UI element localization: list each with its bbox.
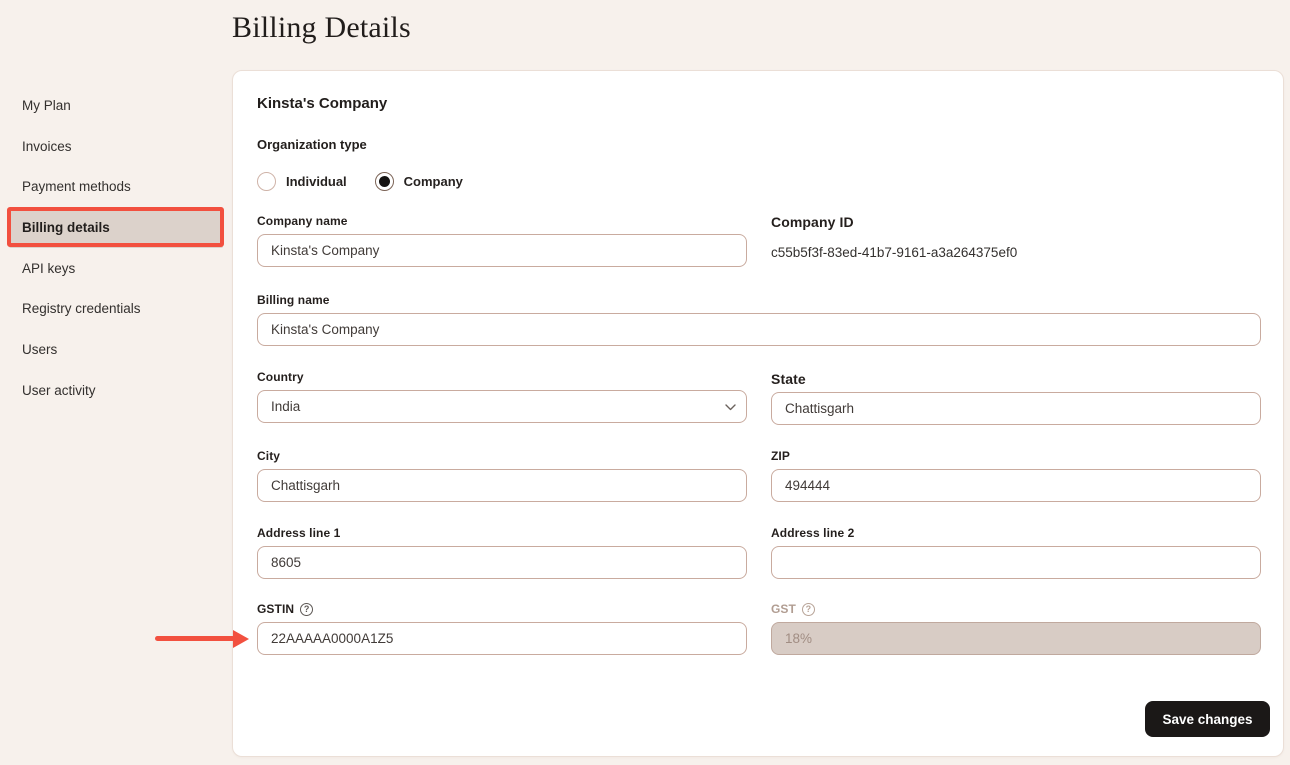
zip-label: ZIP [771,449,790,463]
organization-type-label: Organization type [257,137,367,152]
sidebar-item-api-keys[interactable]: API keys [9,248,223,289]
gstin-help-icon[interactable]: ? [300,603,313,616]
radio-company-label: Company [404,174,463,189]
address-line-1-input[interactable] [257,546,747,579]
address-line-2-label: Address line 2 [771,526,854,540]
address-line-2-input[interactable] [771,546,1261,579]
radio-individual[interactable]: Individual [257,170,347,192]
company-heading: Kinsta's Company [257,95,387,112]
annotation-arrow [155,636,235,641]
state-label: State [771,371,806,387]
company-name-input[interactable] [257,234,747,267]
gstin-label: GSTIN [257,602,294,616]
radio-company[interactable]: Company [375,170,463,192]
sidebar-item-payment-methods[interactable]: Payment methods [9,166,223,207]
address-line-1-label: Address line 1 [257,526,340,540]
gstin-label-row: GSTIN? [257,602,313,616]
gst-label: GST [771,602,796,616]
page-title: Billing Details [232,11,411,45]
gstin-input[interactable] [257,622,747,655]
city-label: City [257,449,280,463]
country-label: Country [257,370,304,384]
radio-individual-label: Individual [286,174,347,189]
sidebar-item-invoices[interactable]: Invoices [9,126,223,167]
country-select[interactable] [257,390,747,423]
radio-unselected-icon[interactable] [257,172,276,191]
zip-input[interactable] [771,469,1261,502]
company-id-label: Company ID [771,214,854,230]
sidebar-item-my-plan[interactable]: My Plan [9,85,223,126]
radio-dot [379,176,390,187]
gst-help-icon[interactable]: ? [802,603,815,616]
sidebar-item-billing-details[interactable]: Billing details [9,207,223,248]
gst-label-row: GST? [771,602,815,616]
company-name-label: Company name [257,214,348,228]
save-changes-button[interactable]: Save changes [1145,701,1270,737]
sidebar-item-registry-credentials[interactable]: Registry credentials [9,288,223,329]
billing-sidebar: My Plan Invoices Payment methods Billing… [0,85,232,411]
sidebar-item-user-activity[interactable]: User activity [9,370,223,411]
billing-name-input[interactable] [257,313,1261,346]
city-input[interactable] [257,469,747,502]
company-id-value: c55b5f3f-83ed-41b7-9161-a3a264375ef0 [771,245,1017,260]
billing-name-label: Billing name [257,293,330,307]
sidebar-item-users[interactable]: Users [9,329,223,370]
gst-input [771,622,1261,655]
state-input[interactable] [771,392,1261,425]
organization-type-radio-group: Individual Company [257,170,657,192]
radio-selected-icon[interactable] [375,172,394,191]
billing-details-card: Kinsta's Company Organization type Indiv… [232,70,1284,757]
